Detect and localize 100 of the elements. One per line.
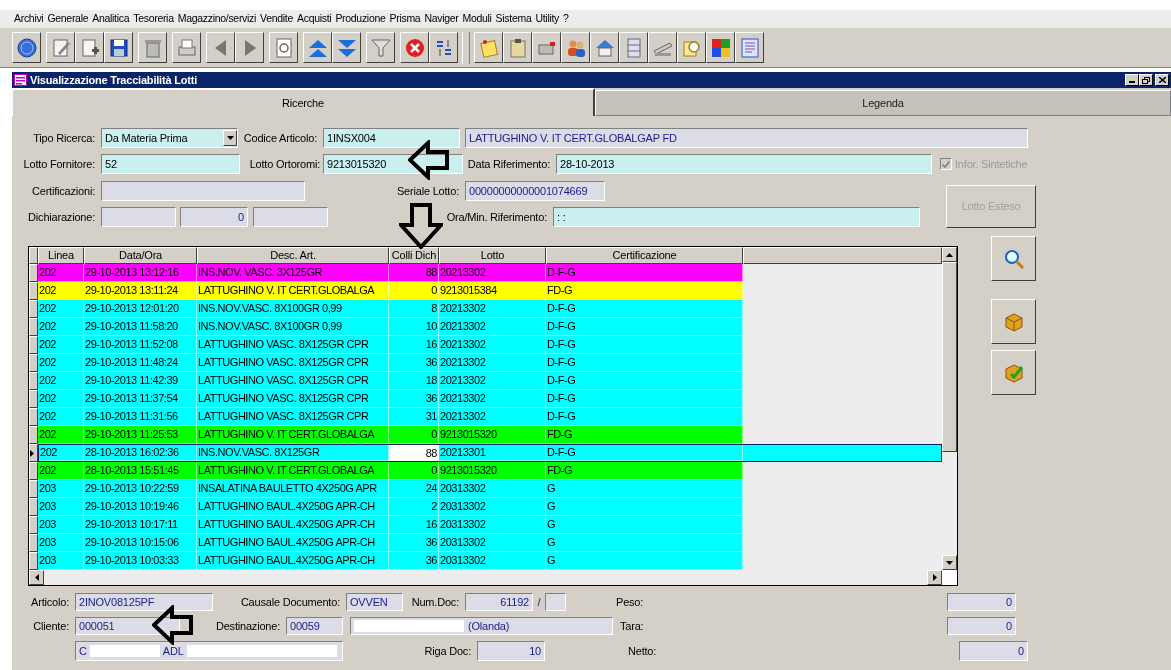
tab[interactable]: Ricerche <box>12 88 595 116</box>
input-field[interactable]: : : <box>553 207 920 227</box>
toolbar-button[interactable] <box>735 32 764 63</box>
table-row[interactable]: 202 29-10-2013 13:12:16 INS.NOV. VASC. 3X125GR 88 20213302 D-F-G <box>38 264 743 282</box>
menu-item[interactable]: Tesoreria <box>131 11 176 27</box>
input-field[interactable]: 9213015320 <box>323 154 463 174</box>
row-header[interactable] <box>29 498 38 516</box>
menu-item[interactable]: Produzione <box>333 11 388 27</box>
field-label: Data Riferimento: <box>466 156 551 172</box>
row-header[interactable] <box>29 516 38 534</box>
toolbar-button[interactable] <box>474 32 503 63</box>
input-field[interactable]: 1INSX004 <box>323 128 460 148</box>
table-row[interactable]: 202 29-10-2013 11:48:24 LATTUGHINO VASC. 8X125GR CPR 36 20213302 D-F-G <box>38 354 743 372</box>
row-header[interactable] <box>29 534 38 552</box>
column-header[interactable]: Desc. Art. <box>197 247 389 264</box>
toolbar-button[interactable] <box>332 32 361 63</box>
menu-item[interactable]: Generale <box>45 11 91 27</box>
table-row[interactable]: 202 29-10-2013 11:37:54 LATTUGHINO VASC. 8X125GR CPR 36 20213302 D-F-G <box>38 390 743 408</box>
toolbar-button[interactable] <box>429 32 458 63</box>
field-label: Destinazione: <box>214 618 281 634</box>
table-row[interactable]: 202 29-10-2013 11:25:53 LATTUGHINO V. IT CERT.GLOBALGA 0 9213015320 FD-G <box>38 426 743 444</box>
toolbar-button[interactable] <box>75 32 104 63</box>
toolbar-button[interactable] <box>46 32 75 63</box>
row-header[interactable] <box>29 372 38 390</box>
dropdown[interactable]: Da Materia Prima <box>101 128 238 148</box>
column-header[interactable]: Lotto <box>439 247 546 264</box>
menu-item[interactable]: Utility <box>533 11 562 27</box>
close-button[interactable] <box>1155 74 1169 86</box>
menu-item[interactable]: Vendite <box>258 11 295 27</box>
column-header[interactable]: Linea <box>38 247 84 264</box>
restore-button[interactable] <box>1139 74 1153 86</box>
toolbar-button[interactable] <box>12 32 41 63</box>
menu-item[interactable]: Prisma <box>387 11 423 27</box>
horizontal-scrollbar[interactable] <box>29 570 957 585</box>
row-header[interactable] <box>29 354 38 372</box>
table-row[interactable]: 202 29-10-2013 11:42:39 LATTUGHINO VASC. 8X125GR CPR 18 20213302 D-F-G <box>38 372 743 390</box>
toolbar-button[interactable] <box>619 32 648 63</box>
column-header[interactable]: Colli Dich <box>389 247 439 264</box>
toolbar-button[interactable] <box>269 32 298 63</box>
tab[interactable]: Legenda <box>595 90 1171 116</box>
menu-item[interactable]: Acquisti <box>295 11 334 27</box>
menu-item[interactable]: Naviger <box>422 11 461 27</box>
table-row[interactable]: 202 28-10-2013 15:51:45 LATTUGHINO V. IT CERT.GLOBALGA 0 9213015320 FD-G <box>38 462 743 480</box>
input-field[interactable]: 52 <box>101 154 240 174</box>
row-header[interactable] <box>29 300 38 318</box>
row-header[interactable] <box>29 390 38 408</box>
table-row[interactable]: 202 29-10-2013 11:52:08 LATTUGHINO VASC. 8X125GR CPR 16 20213302 D-F-G <box>38 336 743 354</box>
toolbar-button[interactable] <box>400 32 429 63</box>
row-header[interactable] <box>29 444 38 462</box>
menu-item[interactable]: Moduli <box>460 11 494 27</box>
toolbar-button[interactable] <box>532 32 561 63</box>
minimize-button[interactable] <box>1125 74 1139 86</box>
row-header[interactable] <box>29 282 38 300</box>
toolbar-button[interactable] <box>138 32 167 63</box>
toolbar-button[interactable] <box>706 32 735 63</box>
toolbar-button[interactable] <box>104 32 133 63</box>
scroll-down-icon <box>946 560 953 565</box>
menu-item[interactable]: Magazzino/servizi <box>175 11 259 27</box>
menu-item[interactable]: ? <box>561 11 571 27</box>
row-header[interactable] <box>29 480 38 498</box>
row-header[interactable] <box>29 336 38 354</box>
toolbar-button[interactable] <box>172 32 201 63</box>
side-button[interactable] <box>991 236 1036 281</box>
row-header[interactable] <box>29 426 38 444</box>
menu-item[interactable]: Sistema <box>493 11 534 27</box>
menu-item[interactable]: Analitica <box>90 11 132 27</box>
table-row[interactable]: 203 29-10-2013 10:19:46 LATTUGHINO BAUL.4X250G APR-CH 2 20313302 G <box>38 498 743 516</box>
side-button[interactable] <box>991 350 1036 395</box>
toolbar-button[interactable] <box>366 32 395 63</box>
table-row[interactable]: 202 29-10-2013 13:11:24 LATTUGHINO V. IT CERT.GLOBALGA 0 9213015384 FD-G <box>38 282 743 300</box>
vertical-scrollbar[interactable] <box>942 247 957 570</box>
table-row[interactable]: 202 28-10-2013 16:02:36 INS.NOV.VASC. 8X125GR 88 20213301 D-F-G <box>38 444 942 462</box>
cell-editor[interactable]: 88 <box>389 445 439 461</box>
toolbar-button[interactable] <box>561 32 590 63</box>
toolbar-button[interactable] <box>677 32 706 63</box>
menu-item[interactable]: Archivi <box>12 11 46 27</box>
input-field[interactable]: 28-10-2013 <box>556 154 932 174</box>
table-row[interactable]: 203 29-10-2013 10:17:11 LATTUGHINO BAUL.4X250G APR-CH 16 20313302 G <box>38 516 743 534</box>
toolbar-button[interactable] <box>648 32 677 63</box>
row-header[interactable] <box>29 552 38 570</box>
table-row[interactable]: 202 29-10-2013 11:31:56 LATTUGHINO VASC. 8X125GR CPR 31 20213302 D-F-G <box>38 408 743 426</box>
table-row[interactable]: 202 29-10-2013 11:58:20 INS.NOV.VASC. 8X100GR 0,99 10 20213302 D-F-G <box>38 318 743 336</box>
row-header[interactable] <box>29 462 38 480</box>
table-row[interactable]: 202 29-10-2013 12:01:20 INS.NOV.VASC. 8X100GR 0,99 8 20213302 D-F-G <box>38 300 743 318</box>
table-row[interactable]: 203 29-10-2013 10:03:33 LATTUGHINO BAUL.4X250G APR-CH 36 20313302 G <box>38 552 743 570</box>
column-header[interactable]: Data/Ora <box>84 247 197 264</box>
row-header[interactable] <box>29 318 38 336</box>
arrow-left-icon <box>408 140 450 180</box>
toolbar-button[interactable] <box>235 32 264 63</box>
row-header[interactable] <box>29 264 38 282</box>
toolbar-button[interactable] <box>206 32 235 63</box>
row-header[interactable] <box>29 408 38 426</box>
toolbar-button[interactable] <box>303 32 332 63</box>
toolbar-button[interactable] <box>590 32 619 63</box>
table-row[interactable]: 203 29-10-2013 10:22:59 INSALATINA BAULETTO 4X250G APR 24 20313302 G <box>38 480 743 498</box>
table-row[interactable]: 203 29-10-2013 10:15:06 LATTUGHINO BAUL.4X250G APR-CH 36 20313302 G <box>38 534 743 552</box>
side-button[interactable] <box>991 299 1036 344</box>
arrow-left-icon <box>152 605 194 645</box>
column-header[interactable]: Certificazione <box>546 247 743 264</box>
toolbar-button[interactable] <box>503 32 532 63</box>
